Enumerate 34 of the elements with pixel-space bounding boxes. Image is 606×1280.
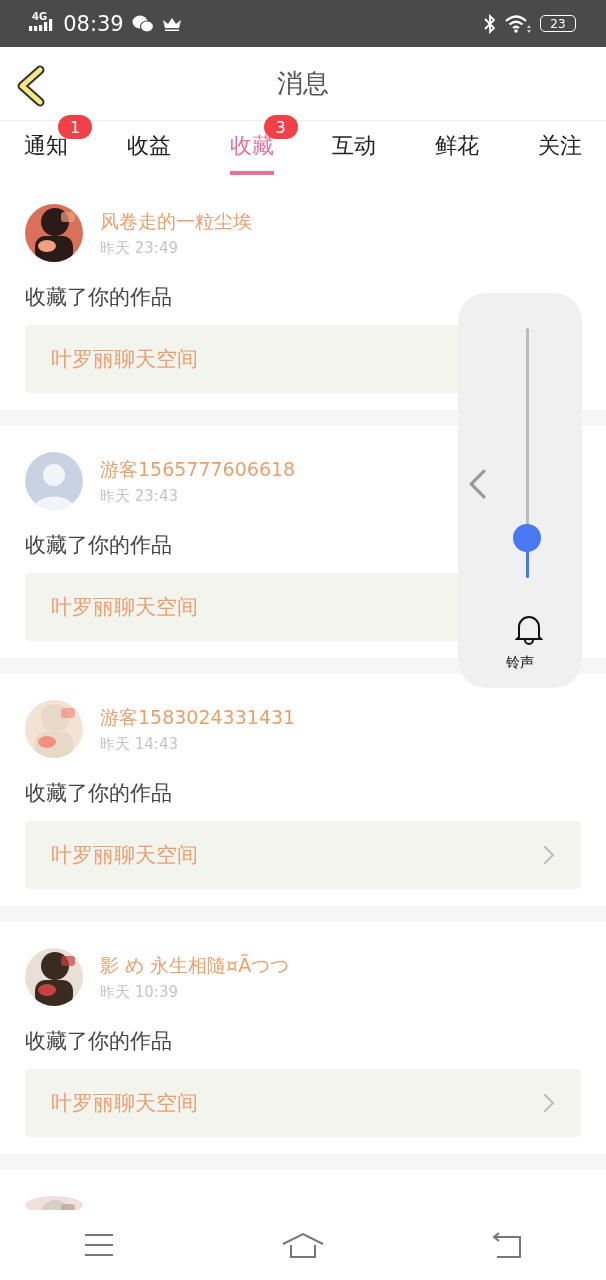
timestamp: 昨天 23:49	[100, 238, 179, 258]
battery-level: 23	[540, 15, 576, 32]
menu-button[interactable]	[84, 1233, 114, 1257]
crown-icon	[161, 16, 182, 31]
timestamp: 昨天 23:43	[100, 486, 179, 506]
message-text: 收藏了你的作品	[25, 780, 172, 807]
timestamp: 昨天 14:43	[100, 734, 179, 754]
message-text: 收藏了你的作品	[25, 532, 172, 559]
chat-bubbles-icon	[131, 14, 154, 33]
tab[interactable]: 关注	[538, 121, 582, 175]
timestamp: 昨天 10:39	[100, 982, 179, 1002]
user-name: 游客1583024331431	[100, 704, 296, 730]
bluetooth-icon	[484, 13, 496, 34]
bell-icon	[515, 613, 543, 645]
user-name: 影 め 永生相隨¤Ãつつ	[100, 952, 290, 978]
user-name: 游客1565777606618	[100, 456, 296, 482]
network-type: 4G	[32, 11, 48, 22]
back-nav-button[interactable]	[492, 1232, 522, 1258]
clock: 08:39	[63, 11, 124, 36]
collapse-chevron-icon	[468, 468, 488, 500]
user-name: 风卷走的一粒尘埃	[100, 208, 252, 234]
tab[interactable]: 互动	[332, 121, 377, 175]
tab[interactable]: 鲜花	[435, 121, 480, 175]
chevron-right-icon	[543, 845, 555, 865]
page-title: 消息	[277, 67, 329, 100]
volume-label: 铃声	[505, 654, 535, 672]
message-text: 收藏了你的作品	[25, 1028, 172, 1055]
message-text: 收藏了你的作品	[25, 284, 172, 311]
slider-thumb[interactable]	[513, 524, 541, 552]
chevron-right-icon	[543, 1093, 555, 1113]
count-badge: 1	[58, 115, 92, 139]
tab[interactable]: 收益	[126, 121, 171, 175]
home-button[interactable]	[282, 1232, 324, 1258]
wifi-icon	[504, 14, 532, 33]
